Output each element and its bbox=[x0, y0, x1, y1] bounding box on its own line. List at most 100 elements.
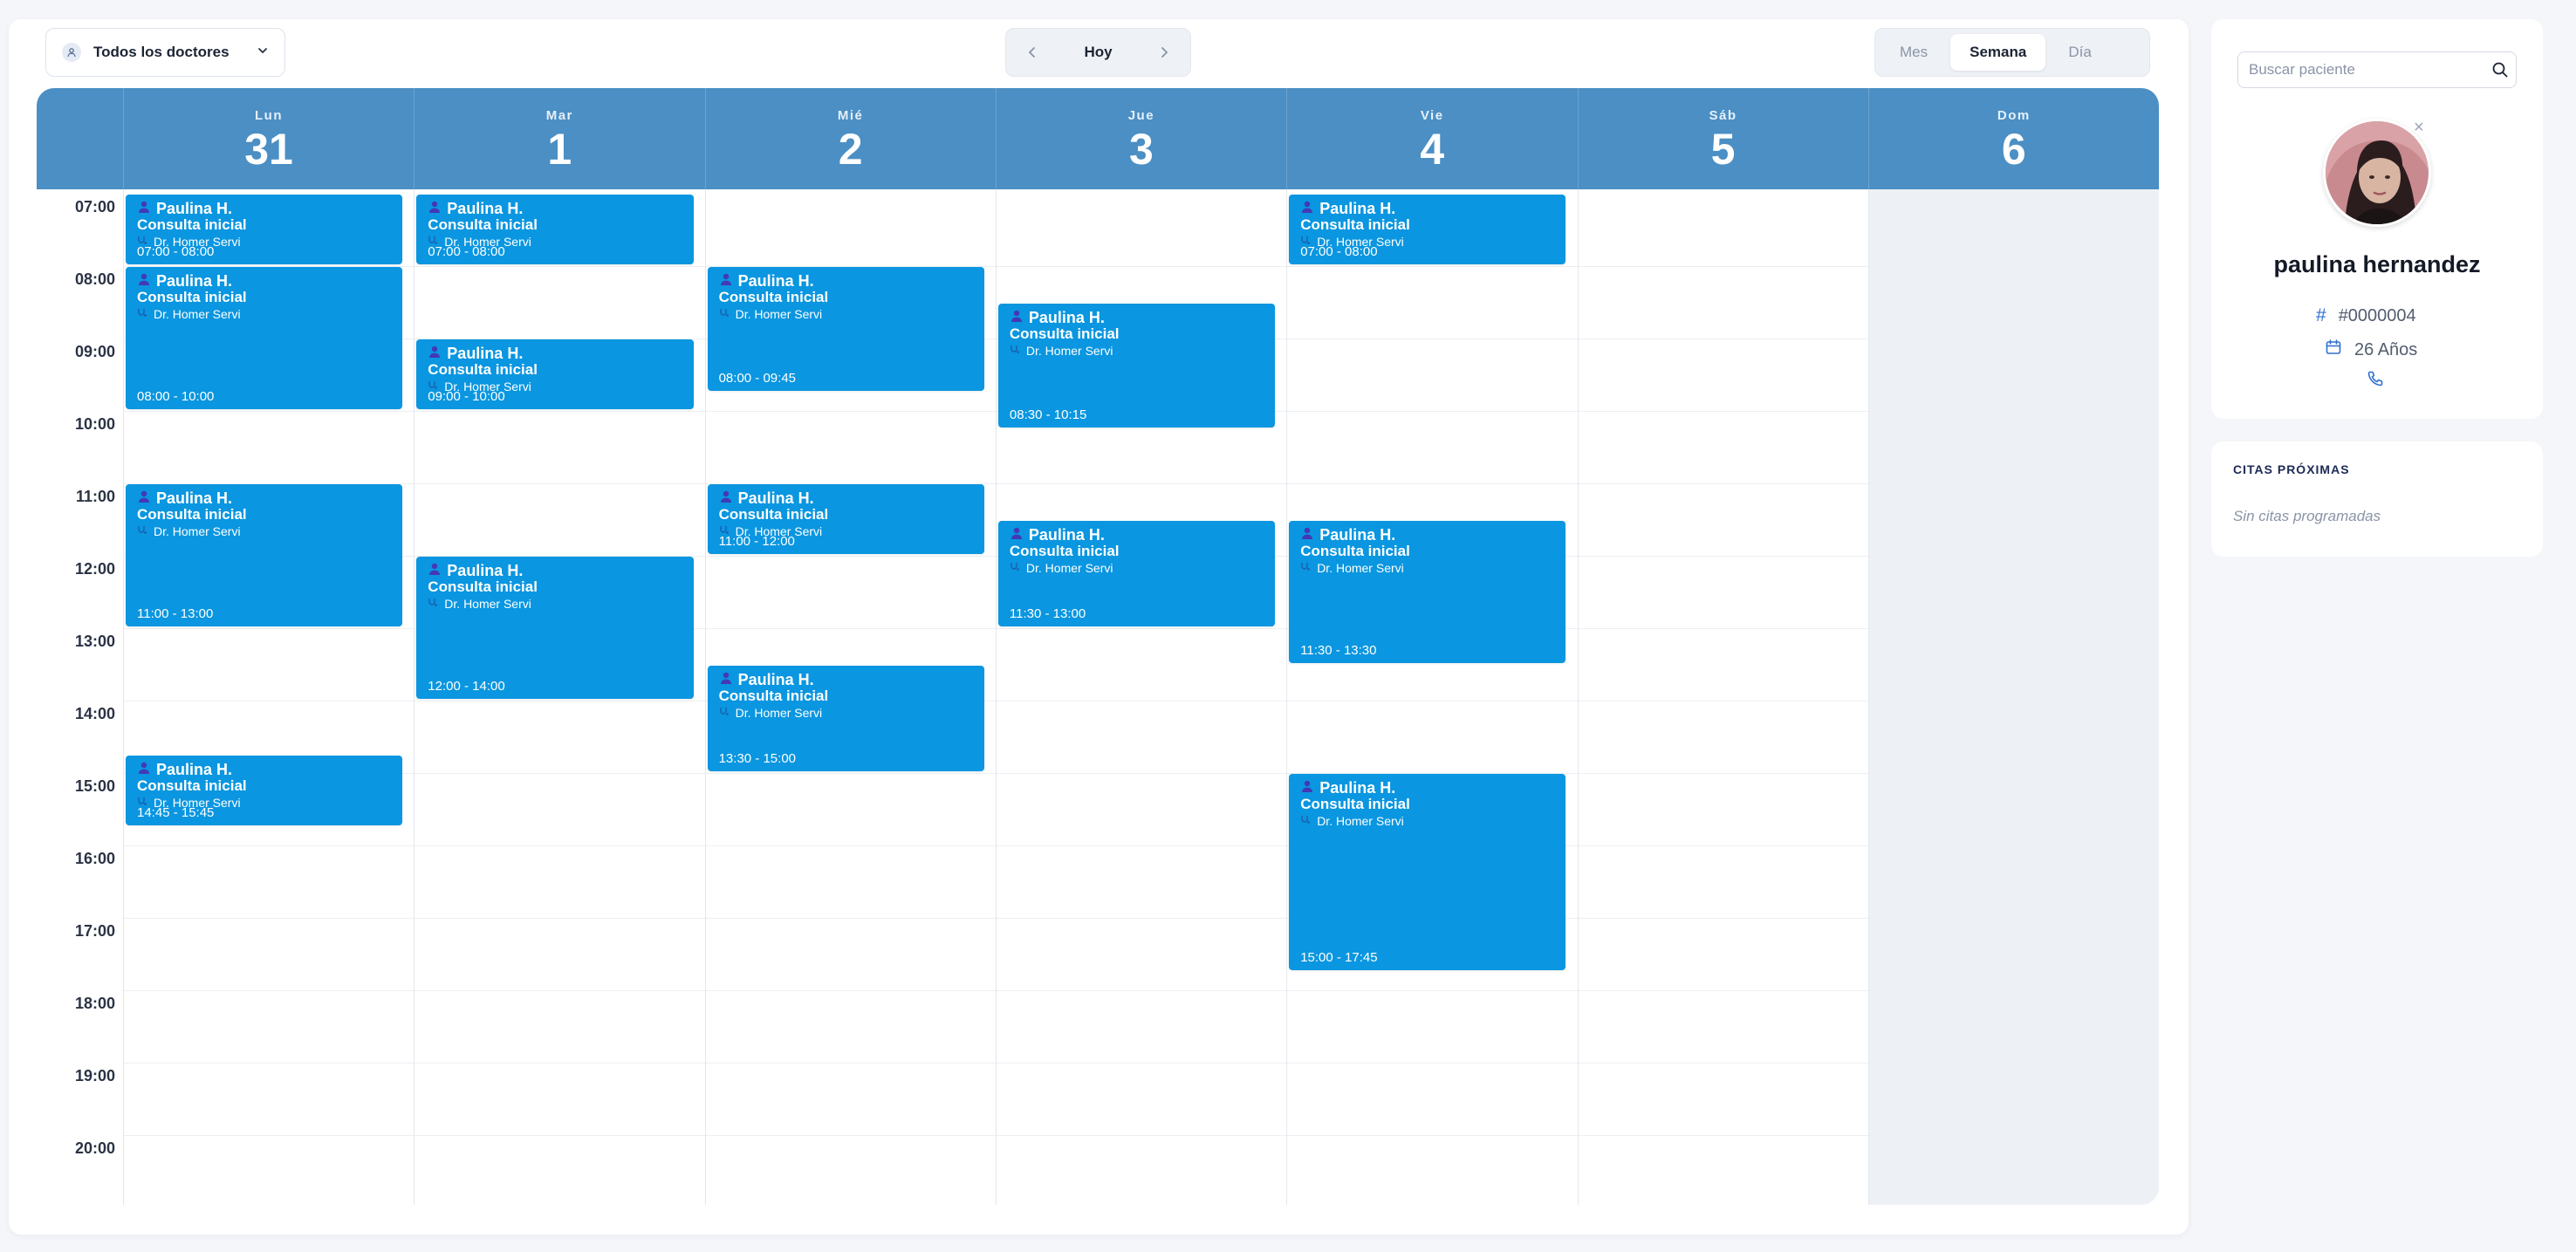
event-doctor: Dr. Homer Servi bbox=[428, 597, 682, 611]
event-type: Consulta inicial bbox=[718, 506, 829, 523]
appointment-event[interactable]: Paulina H. Consulta inicial Dr. Homer Serv… bbox=[997, 520, 1276, 626]
hour-label: 12:00 bbox=[74, 560, 115, 578]
user-icon bbox=[1300, 779, 1314, 797]
day-number: 6 bbox=[2001, 125, 2026, 174]
event-doctor: Dr. Homer Servi bbox=[719, 307, 973, 321]
event-type: Consulta inicial bbox=[137, 506, 247, 523]
appointment-event[interactable]: Paulina H. Consulta inicial Dr. Homer Serv… bbox=[126, 195, 403, 264]
event-patient: Paulina H. bbox=[719, 489, 973, 507]
hash-icon: # bbox=[2316, 305, 2326, 325]
appointment-event[interactable]: Paulina H. Consulta inicial Dr. Homer Serv… bbox=[707, 484, 984, 554]
doctor-filter-dropdown[interactable]: Todos los doctores bbox=[45, 28, 285, 77]
patient-name: paulina hernandez bbox=[2273, 251, 2481, 277]
event-type: Consulta inicial bbox=[1300, 796, 1410, 812]
view-day-button[interactable]: Día bbox=[2049, 34, 2110, 71]
event-type: Consulta inicial bbox=[718, 289, 829, 305]
day-name: Mar bbox=[545, 108, 573, 123]
day-column-divider bbox=[123, 189, 124, 1205]
user-icon bbox=[719, 272, 733, 290]
patient-search-field[interactable] bbox=[2237, 51, 2517, 88]
event-time: 13:30 - 15:00 bbox=[718, 751, 796, 766]
hour-gridline bbox=[123, 773, 2159, 774]
patient-search-input[interactable] bbox=[2249, 61, 2505, 79]
view-month-button[interactable]: Mes bbox=[1881, 34, 1947, 71]
event-doctor-name: Dr. Homer Servi bbox=[735, 705, 823, 720]
user-icon bbox=[137, 489, 151, 507]
user-icon bbox=[137, 272, 151, 290]
day-number: 31 bbox=[244, 125, 293, 174]
hour-gridline bbox=[123, 1135, 2159, 1136]
stethoscope-icon bbox=[137, 307, 147, 321]
chevron-down-icon bbox=[257, 44, 269, 61]
event-time: 11:00 - 13:00 bbox=[137, 606, 214, 621]
event-type: Consulta inicial bbox=[1300, 216, 1410, 233]
appointment-event[interactable]: Paulina H. Consulta inicial Dr. Homer Serv… bbox=[707, 665, 984, 771]
event-patient-name: Paulina H. bbox=[447, 562, 524, 579]
day-column-divider bbox=[704, 189, 706, 1205]
event-patient-name: Paulina H. bbox=[1319, 779, 1396, 797]
event-type: Consulta inicial bbox=[137, 777, 247, 795]
event-time: 08:00 - 09:45 bbox=[718, 371, 796, 387]
user-icon bbox=[719, 489, 733, 507]
user-icon bbox=[1010, 526, 1024, 544]
stethoscope-icon bbox=[1300, 561, 1311, 575]
close-icon[interactable]: × bbox=[2414, 118, 2424, 138]
appointment-event[interactable]: Paulina H. Consulta inicial Dr. Homer Serv… bbox=[126, 267, 403, 409]
day-number: 1 bbox=[547, 125, 572, 174]
chevron-right-icon[interactable] bbox=[1154, 42, 1175, 63]
view-week-button[interactable]: Semana bbox=[1950, 34, 2046, 71]
today-button[interactable]: Hoy bbox=[1084, 44, 1112, 61]
patient-age: 26 Años bbox=[2354, 339, 2418, 359]
stethoscope-icon bbox=[719, 307, 730, 321]
event-patient-name: Paulina H. bbox=[737, 272, 814, 290]
event-doctor-name: Dr. Homer Servi bbox=[735, 307, 823, 321]
day-number: 5 bbox=[1710, 125, 1736, 174]
appointment-event[interactable]: Paulina H. Consulta inicial Dr. Homer Serv… bbox=[1289, 195, 1566, 264]
event-doctor: Dr. Homer Servi bbox=[1010, 344, 1264, 358]
event-patient-name: Paulina H. bbox=[737, 670, 814, 688]
event-patient: Paulina H. bbox=[1010, 526, 1264, 544]
hour-label: 11:00 bbox=[75, 488, 115, 505]
hour-gridline bbox=[123, 845, 2159, 846]
day-header: Vie 4 bbox=[1286, 88, 1577, 189]
hour-label: 14:00 bbox=[74, 705, 115, 722]
event-patient: Paulina H. bbox=[719, 272, 973, 290]
day-header: Jue 3 bbox=[995, 88, 1286, 189]
chevron-left-icon[interactable] bbox=[1022, 42, 1043, 63]
event-patient: Paulina H. bbox=[1010, 309, 1264, 326]
patient-age-row: 26 Años bbox=[2325, 339, 2417, 361]
event-patient-name: Paulina H. bbox=[156, 761, 233, 779]
appointment-event[interactable]: Paulina H. Consulta inicial Dr. Homer Serv… bbox=[1289, 520, 1566, 663]
event-type: Consulta inicial bbox=[137, 216, 247, 233]
appointment-event[interactable]: Paulina H. Consulta inicial Dr. Homer Serv… bbox=[416, 195, 694, 264]
hour-label: 20:00 bbox=[74, 1139, 115, 1157]
event-doctor: Dr. Homer Servi bbox=[1010, 561, 1264, 575]
appointment-event[interactable]: Paulina H. Consulta inicial Dr. Homer Serv… bbox=[416, 339, 694, 409]
event-time: 07:00 - 08:00 bbox=[137, 244, 215, 259]
event-patient-name: Paulina H. bbox=[156, 489, 233, 507]
user-icon bbox=[428, 562, 442, 579]
user-icon bbox=[137, 761, 151, 778]
appointment-event[interactable]: Paulina H. Consulta inicial Dr. Homer Serv… bbox=[126, 484, 403, 626]
event-type: Consulta inicial bbox=[137, 289, 247, 305]
appointment-event[interactable]: Paulina H. Consulta inicial Dr. Homer Serv… bbox=[997, 303, 1276, 428]
event-patient-name: Paulina H. bbox=[1319, 200, 1396, 217]
day-name: Lun bbox=[255, 108, 283, 123]
patient-id: #0000004 bbox=[2338, 305, 2416, 325]
appointment-event[interactable]: Paulina H. Consulta inicial Dr. Homer Serv… bbox=[416, 557, 694, 699]
event-doctor-name: Dr. Homer Servi bbox=[444, 597, 531, 611]
event-time: 08:30 - 10:15 bbox=[1009, 407, 1087, 422]
appointment-event[interactable]: Paulina H. Consulta inicial Dr. Homer Serv… bbox=[1289, 774, 1566, 971]
appointment-event[interactable]: Paulina H. Consulta inicial Dr. Homer Serv… bbox=[707, 267, 984, 392]
appointment-event[interactable]: Paulina H. Consulta inicial Dr. Homer Serv… bbox=[126, 756, 403, 826]
hour-gridline bbox=[123, 483, 2159, 484]
search-icon[interactable] bbox=[2491, 61, 2509, 83]
event-patient-name: Paulina H. bbox=[1028, 308, 1105, 326]
event-patient-name: Paulina H. bbox=[447, 345, 524, 362]
event-time: 09:00 - 10:00 bbox=[428, 389, 505, 404]
hour-gridline bbox=[123, 918, 2159, 919]
user-icon bbox=[428, 345, 442, 362]
stethoscope-icon bbox=[1300, 814, 1311, 828]
phone-icon[interactable] bbox=[2367, 370, 2384, 393]
event-time: 14:45 - 15:45 bbox=[137, 805, 215, 821]
